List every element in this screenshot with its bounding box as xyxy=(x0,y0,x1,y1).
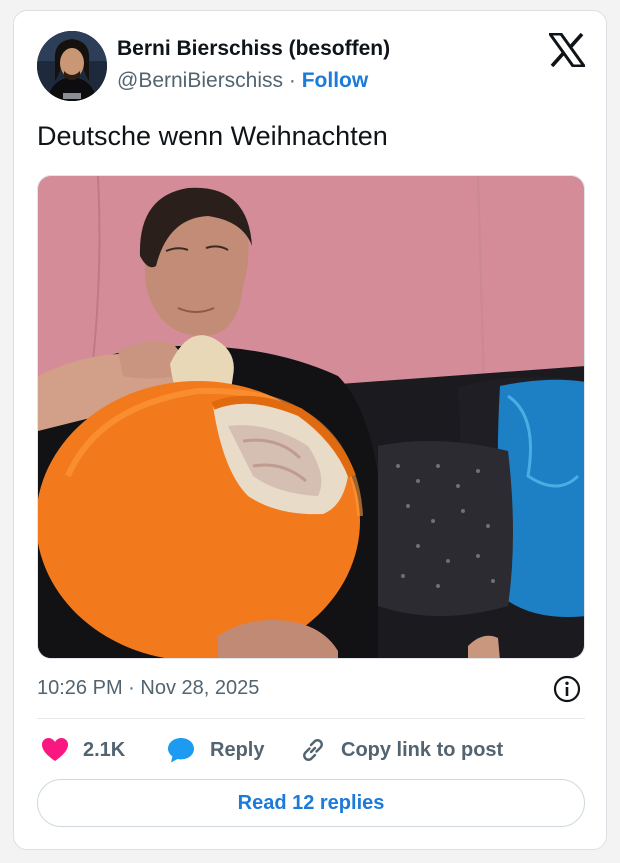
handle-separator: · xyxy=(288,69,296,92)
tweet-text: Deutsche wenn Weihnachten xyxy=(37,121,388,151)
author-handle-row: @BerniBierschiss · Follow xyxy=(117,69,368,93)
like-count: 2.1K xyxy=(83,738,126,761)
avatar-photo-icon xyxy=(37,31,107,101)
heart-icon xyxy=(42,738,68,761)
read-replies-button[interactable]: Read 12 replies xyxy=(37,779,585,827)
copy-link-button[interactable]: Copy link to post xyxy=(299,735,503,765)
follow-link[interactable]: Follow xyxy=(302,69,369,92)
avatar[interactable] xyxy=(37,31,107,101)
photo-man-eating-orange xyxy=(38,176,584,658)
reply-label: Reply xyxy=(210,738,265,761)
tweet-card: Berni Bierschiss (besoffen) @BerniBiersc… xyxy=(13,10,607,850)
info-icon[interactable] xyxy=(553,675,581,703)
read-replies-label: Read 12 replies xyxy=(237,791,385,814)
reply-button[interactable]: Reply xyxy=(166,735,264,765)
tweet-timestamp[interactable]: 10:26 PM · Nov 28, 2025 xyxy=(37,677,259,700)
reply-bubble-icon xyxy=(168,738,194,763)
author-handle[interactable]: @BerniBierschiss xyxy=(117,69,283,92)
author-display-name[interactable]: Berni Bierschiss (besoffen) xyxy=(117,37,390,61)
x-logo-icon[interactable] xyxy=(549,33,585,67)
link-icon xyxy=(303,739,323,761)
divider xyxy=(37,718,585,719)
tweet-media-image[interactable] xyxy=(37,175,585,659)
like-button[interactable]: 2.1K xyxy=(41,735,125,765)
copy-link-label: Copy link to post xyxy=(341,738,504,761)
